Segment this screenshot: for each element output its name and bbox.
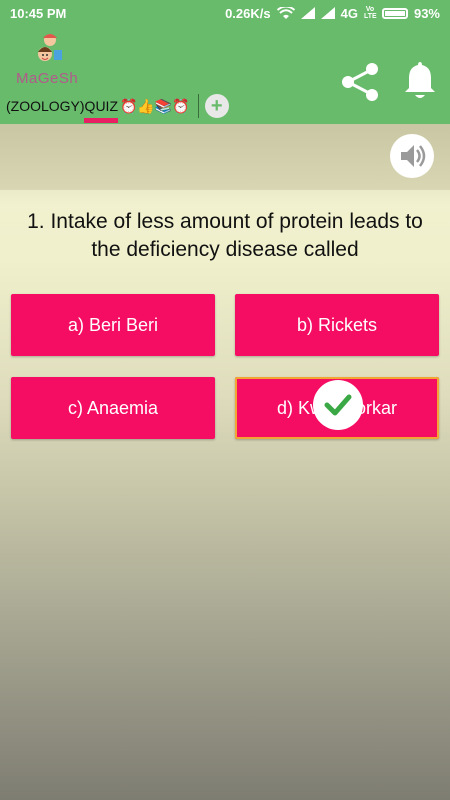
option-b-button[interactable]: b) Rickets: [235, 294, 439, 356]
add-tab-button[interactable]: +: [204, 94, 229, 118]
network-type: 4G: [340, 5, 358, 21]
speaker-icon: [401, 145, 426, 167]
volte-label: Vo LTE: [363, 6, 377, 20]
status-time: 10:45 PM: [10, 5, 67, 21]
status-indicators: 0.26K/s 4G Vo LTE 93%: [225, 6, 440, 21]
tab-emoji: ⏰👍📚⏰: [120, 97, 190, 114]
share-icon[interactable]: [338, 62, 382, 102]
quiz-content: 1. Intake of less amount of protein lead…: [0, 124, 450, 800]
battery-percent: 93%: [413, 5, 440, 21]
tab-row: (ZOOLOGY)QUIZ ⏰👍📚⏰ +: [6, 92, 229, 120]
question-text: 1. Intake of less amount of protein lead…: [27, 210, 423, 261]
logo-text: MaGeSh: [16, 70, 79, 87]
tab-indicator: [84, 118, 118, 123]
kids-logo-icon: [38, 34, 62, 61]
correct-check-badge: [313, 380, 363, 430]
signal-icon-2: [320, 7, 335, 19]
option-a-button[interactable]: a) Beri Beri: [11, 294, 215, 356]
checkmark-icon: [324, 394, 352, 416]
tab-divider: [197, 94, 199, 118]
sound-band: [0, 124, 450, 190]
app-bar: MaGeSh (ZOOLOGY)QUIZ ⏰👍📚⏰ +: [0, 26, 450, 124]
bell-icon[interactable]: [400, 58, 440, 102]
battery-icon: [381, 7, 408, 19]
signal-icon: [300, 7, 315, 19]
sound-button[interactable]: [390, 134, 434, 178]
status-bar: 10:45 PM 0.26K/s 4G Vo LTE 93%: [0, 0, 450, 26]
option-c-button[interactable]: c) Anaemia: [11, 377, 215, 439]
wifi-icon: [276, 6, 295, 19]
tab-zoology-quiz[interactable]: (ZOOLOGY)QUIZ: [6, 98, 118, 114]
network-speed: 0.26K/s: [225, 5, 271, 21]
